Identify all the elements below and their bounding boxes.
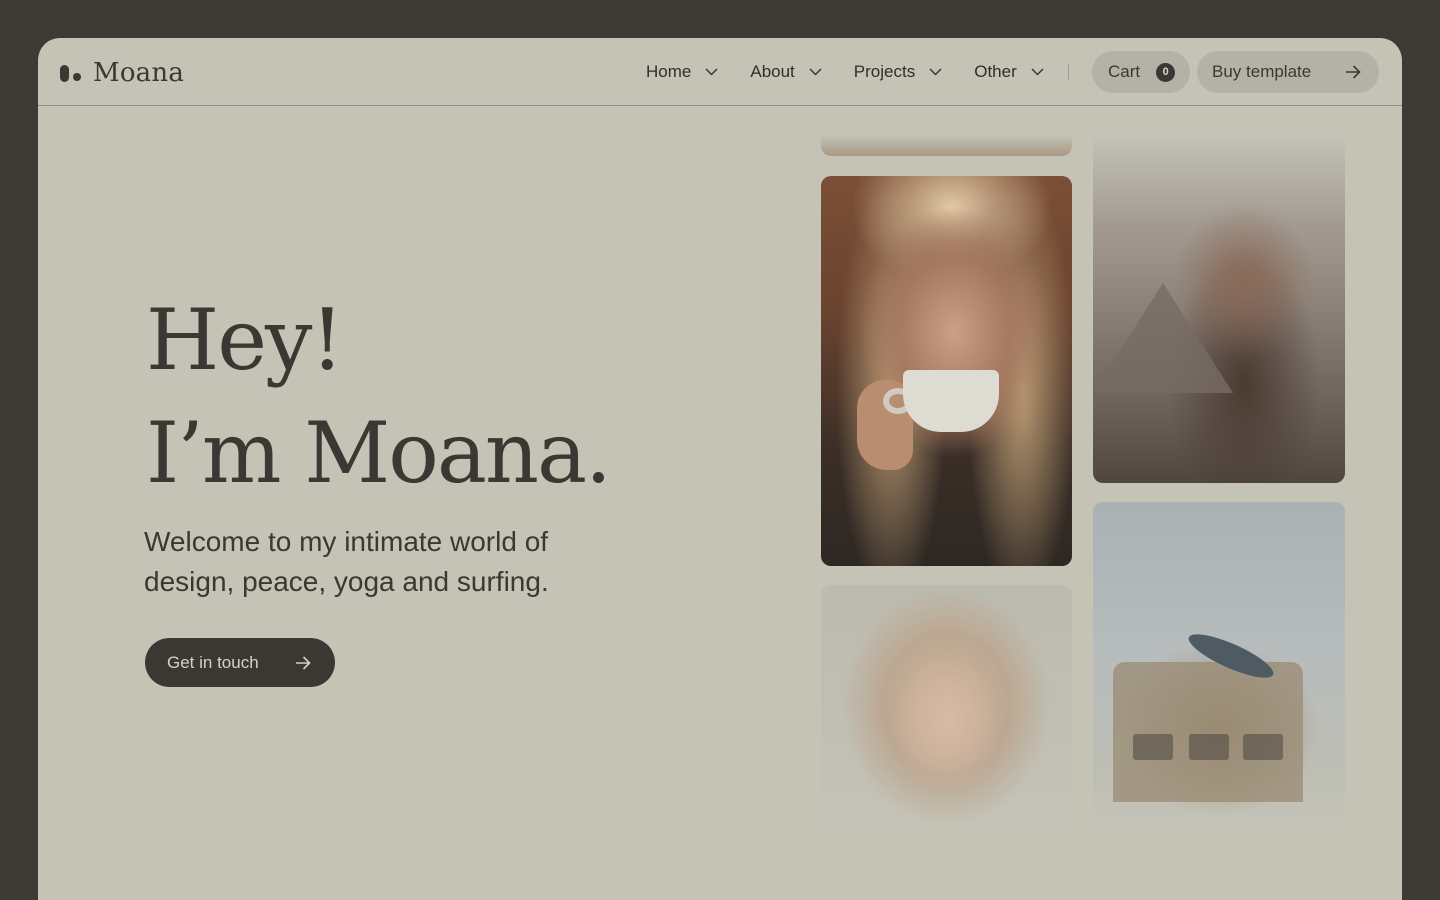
nav-item-home[interactable]: Home: [646, 62, 718, 82]
nav-item-label: About: [750, 62, 795, 81]
nav-item-label: Projects: [853, 62, 916, 81]
nav-item-label: Other: [974, 62, 1017, 81]
arrow-right-icon: [296, 655, 311, 670]
buy-template-label: Buy template: [1212, 62, 1312, 81]
browser-window: Moana Home About Projects Other Cart 0 B…: [38, 38, 1402, 900]
cart-label: Cart: [1108, 62, 1141, 81]
get-in-touch-button[interactable]: Get in touch: [145, 638, 335, 687]
buy-template-button[interactable]: Buy template: [1197, 51, 1379, 93]
nav-item-about[interactable]: About: [750, 62, 822, 82]
site-header: Moana Home About Projects Other Cart 0 B…: [38, 38, 1402, 106]
chevron-down-icon: [929, 68, 942, 76]
nav-divider: [1068, 64, 1069, 80]
get-in-touch-label: Get in touch: [167, 652, 259, 672]
cart-count-badge: 0: [1156, 62, 1176, 82]
gallery-photo: [821, 134, 1072, 156]
gallery-photo-mountain: [1093, 134, 1345, 483]
chevron-down-icon: [705, 68, 718, 76]
chevron-down-icon: [809, 68, 822, 76]
main-nav: Home About Projects Other: [646, 38, 1044, 106]
nav-item-label: Home: [646, 62, 692, 81]
nav-item-other[interactable]: Other: [974, 62, 1044, 82]
gallery-photo-coffee: [821, 176, 1072, 566]
hero-title-line: Hey!: [146, 291, 344, 389]
brand-name: Moana: [93, 58, 185, 88]
hero-title-line: I’m Moana.: [146, 404, 612, 502]
gallery-photo-van: [1093, 502, 1345, 835]
arrow-right-icon: [1346, 65, 1361, 79]
logo-mark-icon: [60, 64, 81, 82]
hero-title: Hey! I’m Moana.: [146, 284, 612, 510]
gallery-photo-portrait: [821, 585, 1072, 835]
logo-link[interactable]: Moana: [60, 58, 184, 88]
hero-subtitle: Welcome to my intimate world of design, …: [144, 526, 549, 597]
chevron-down-icon: [1031, 68, 1044, 76]
cart-button[interactable]: Cart 0: [1092, 51, 1190, 93]
nav-item-projects[interactable]: Projects: [854, 62, 942, 82]
